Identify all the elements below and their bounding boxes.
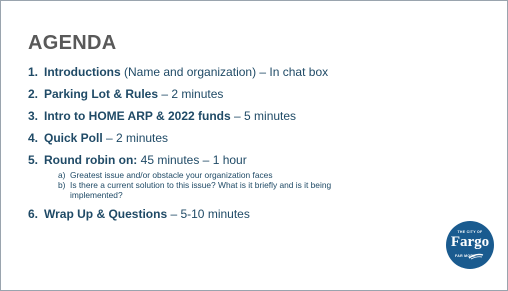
agenda-item-number: 3. [28, 109, 39, 123]
agenda-item-detail: 45 minutes – 1 hour [137, 153, 247, 167]
logo-main-text: Fargo [450, 234, 490, 250]
agenda-subitem: a) Greatest issue and/or obstacle your o… [58, 170, 448, 180]
agenda-item-detail: – 5-10 minutes [167, 207, 250, 221]
fargo-logo: THE CITY OF Fargo FAR MORE [446, 221, 494, 269]
slide-title: AGENDA [28, 32, 117, 54]
agenda-item-number: 2. [28, 87, 39, 101]
agenda-item-number: 5. [28, 153, 39, 167]
agenda-item-parking-lot: 2. Parking Lot & Rules – 2 minutes [28, 87, 448, 102]
agenda-item-name: Intro to HOME ARP & 2022 funds [44, 109, 231, 123]
agenda-item-number: 4. [28, 131, 39, 145]
agenda-item-number: 1. [28, 65, 39, 79]
agenda-item-wrap-up: 6. Wrap Up & Questions – 5-10 minutes [28, 207, 448, 222]
agenda-item-name: Round robin on: [44, 153, 138, 167]
agenda-item-quick-poll: 4. Quick Poll – 2 minutes [28, 131, 448, 146]
agenda-item-name: Wrap Up & Questions [44, 207, 168, 221]
agenda-subitem: b) Is there a current solution to this i… [58, 180, 448, 200]
agenda-slide: AGENDA 1. Introductions (Name and organiz… [0, 0, 508, 291]
agenda-item-detail: – 2 minutes [158, 87, 224, 101]
agenda-subitem-text: Greatest issue and/or obstacle your orga… [70, 170, 273, 180]
agenda-item-detail: – 5 minutes [230, 109, 297, 123]
agenda-item-number: 6. [28, 207, 39, 221]
agenda-item-detail: – 2 minutes [102, 131, 169, 145]
logo-bottom-text: FAR MORE [455, 254, 476, 258]
agenda-list: 1. Introductions (Name and organization) … [28, 65, 448, 229]
agenda-item-intro-home-arp: 3. Intro to HOME ARP & 2022 funds – 5 min… [28, 109, 448, 124]
agenda-item-detail: (Name and organization) – In chat box [120, 65, 329, 79]
agenda-subitem-letter: a) [58, 170, 66, 180]
agenda-item-introductions: 1. Introductions (Name and organization) … [28, 65, 448, 80]
agenda-item-name: Parking Lot & Rules [44, 87, 159, 101]
agenda-item-name: Quick Poll [44, 131, 103, 145]
agenda-item-name: Introductions [44, 65, 121, 79]
agenda-subitem-letter: b) [58, 180, 66, 190]
agenda-item-round-robin: 5. Round robin on: 45 minutes – 1 hour a)… [28, 153, 448, 200]
agenda-subitem-list: a) Greatest issue and/or obstacle your o… [58, 170, 448, 200]
agenda-subitem-text: Is there a current solution to this issu… [70, 180, 332, 200]
